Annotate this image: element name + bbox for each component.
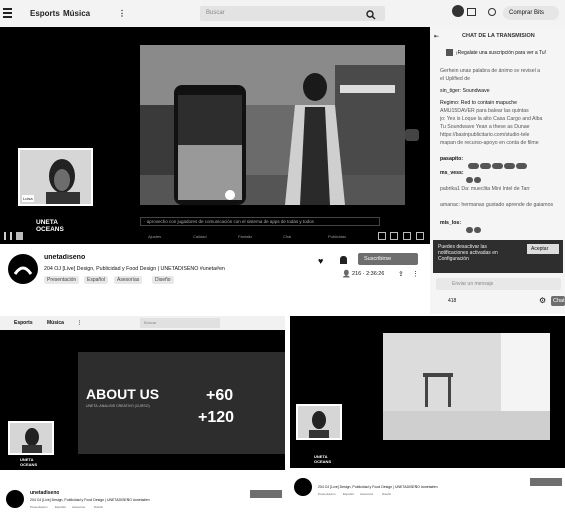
br-tag-2[interactable]: Español bbox=[343, 492, 354, 496]
chat-line-1: Gerhein unas palabra de ánimo sv revisel… bbox=[440, 68, 541, 74]
bl-presenter-webcam bbox=[8, 421, 54, 455]
chat-line-7: Tu Soundwave Yean a these as Dunae bbox=[440, 124, 530, 130]
share-icon[interactable]: ⇪ bbox=[398, 270, 404, 278]
bl-tag-1[interactable]: Presentación bbox=[30, 505, 48, 509]
chat-line-2: el Uplified de bbox=[440, 76, 470, 82]
fullscreen-icon[interactable] bbox=[403, 232, 411, 240]
br-tag-4[interactable]: Diseño bbox=[382, 492, 391, 496]
bl-search-input[interactable]: Buscar bbox=[140, 318, 220, 328]
chat-line-4: Regimo: Red to contain mapuche bbox=[440, 100, 517, 106]
room-photo bbox=[383, 333, 550, 440]
control-5[interactable]: Publicidad bbox=[328, 234, 346, 239]
viewer-stats: 216 · 2:36:26 bbox=[352, 271, 385, 277]
chat-header: CHAT DE LA TRANSMISIÓN bbox=[462, 33, 535, 39]
gift-icon bbox=[446, 49, 453, 56]
chat-line-3: sin_tiger: Soundwave bbox=[440, 88, 490, 94]
bl-tag-3[interactable]: Asesorías bbox=[72, 505, 85, 509]
control-2[interactable]: Calidad bbox=[193, 234, 207, 239]
play-pause-icon[interactable] bbox=[4, 232, 12, 240]
bl-nav-1[interactable]: Esports bbox=[14, 320, 33, 326]
nav-explore[interactable]: Esports bbox=[30, 9, 60, 18]
slide-title: ABOUT US bbox=[86, 386, 160, 402]
chat-line-10: pasapito: bbox=[440, 156, 464, 162]
channel-name[interactable]: unetadiseno bbox=[44, 254, 85, 261]
tag-1[interactable]: Presentación bbox=[44, 276, 80, 284]
nav-more[interactable]: ⋮ bbox=[118, 9, 126, 18]
more-icon[interactable]: ⋮ bbox=[412, 270, 419, 278]
br-tag-1[interactable]: Presentación bbox=[318, 492, 336, 496]
control-1[interactable]: Ajustes bbox=[148, 234, 161, 239]
br-channel-avatar[interactable] bbox=[294, 478, 312, 496]
br-presenter-webcam bbox=[296, 404, 342, 440]
chat-line-13: amanac: hermanas gustado aprende de gaia… bbox=[440, 202, 554, 208]
slide-subtitle: UNETA: ANALISIS CREATIVO (CURSO) bbox=[86, 404, 150, 408]
tag-4[interactable]: Diseño bbox=[152, 276, 174, 284]
bl-search-placeholder: Buscar bbox=[144, 320, 157, 325]
bl-tag-4[interactable]: Diseño bbox=[94, 505, 103, 509]
caption-bar: · aprovecho con jugadores de comunicació… bbox=[140, 217, 380, 226]
control-3[interactable]: Pantalla bbox=[238, 234, 252, 239]
chat-line-5: AMU15DAVER para balear las quintas bbox=[440, 108, 529, 114]
volume-icon[interactable] bbox=[16, 232, 23, 240]
chat-line-11: ms_vess: bbox=[440, 170, 464, 176]
chat-line-6: jo: Yes is Loque la alto Casa Cargo and … bbox=[440, 116, 543, 122]
br-brand-logo: UNETA OCEANS bbox=[314, 455, 332, 464]
bl-nav-3[interactable]: ⋮ bbox=[77, 320, 82, 326]
bl-tag-2[interactable]: Español bbox=[55, 505, 66, 509]
bl-channel-avatar[interactable] bbox=[6, 490, 24, 508]
nav-music[interactable]: Música bbox=[63, 9, 90, 18]
search-input[interactable]: Buscar bbox=[200, 6, 385, 21]
theatre-mode-icon[interactable] bbox=[390, 232, 398, 240]
chat-input[interactable]: Enviar un mensaje bbox=[436, 278, 561, 290]
webcam-label: Luisa bbox=[22, 195, 34, 202]
br-stream-title: 204 OJ [Live] Design, Publicidad y Food … bbox=[318, 485, 438, 489]
buy-bits-button[interactable]: Comprar Bits bbox=[503, 6, 559, 20]
slide-stat-1: +60 bbox=[206, 387, 234, 404]
chat-line-9: mapan de recurso-apoyo en conta de filme bbox=[440, 140, 539, 146]
br-subscribe-button[interactable] bbox=[530, 478, 562, 486]
viewer-icon: 👤 bbox=[342, 271, 351, 278]
bell-icon[interactable] bbox=[340, 256, 347, 264]
presenter-webcam: Luisa bbox=[18, 148, 93, 206]
bl-subscribe-button[interactable] bbox=[250, 490, 282, 498]
channel-avatar[interactable] bbox=[8, 254, 38, 284]
br-tag-3[interactable]: Asesorías bbox=[360, 492, 373, 496]
clip-icon[interactable] bbox=[416, 232, 424, 240]
channel-points[interactable]: 418 bbox=[448, 298, 456, 304]
control-4[interactable]: Chat bbox=[283, 234, 291, 239]
brand-logo: UNETA OCEANS bbox=[36, 219, 64, 233]
slide-panel bbox=[78, 352, 285, 454]
chat-line-8: https://basinpublicitario.com/studio-tel… bbox=[440, 132, 530, 138]
bl-nav-2[interactable]: Música bbox=[47, 320, 64, 326]
search-placeholder: Buscar bbox=[206, 10, 225, 16]
settings-gear-icon[interactable]: ⚙ bbox=[539, 296, 546, 305]
emote-row-3 bbox=[466, 220, 482, 238]
bl-stream-title: 204 OJ [Live] Design, Publicidad y Food … bbox=[30, 498, 150, 502]
stream-title: 204 OJ [Live] Design, Publicidad y Food … bbox=[44, 266, 225, 272]
chat-line-14: mis_los: bbox=[440, 220, 462, 226]
inbox-icon[interactable] bbox=[467, 8, 476, 16]
bl-channel-name[interactable]: unetadiseno bbox=[30, 490, 59, 496]
settings-icon[interactable] bbox=[378, 232, 386, 240]
bl-brand-logo: UNETA OCEANS bbox=[20, 458, 38, 467]
chat-pinned[interactable]: ¡Regalate una suscripción para ver a Tu! bbox=[456, 50, 562, 56]
hamburger-icon[interactable] bbox=[3, 7, 12, 18]
notice-button[interactable]: Aceptar bbox=[527, 244, 559, 254]
chat-send-button[interactable]: Chat bbox=[551, 296, 565, 306]
tag-2[interactable]: Español bbox=[84, 276, 109, 284]
tag-3[interactable]: Asesorías bbox=[114, 276, 143, 284]
chat-input-placeholder: Enviar un mensaje bbox=[452, 281, 494, 287]
notifications-icon[interactable] bbox=[452, 5, 464, 17]
bits-icon[interactable] bbox=[488, 8, 496, 16]
search-icon[interactable] bbox=[366, 7, 376, 20]
slide-stat-2: +120 bbox=[198, 409, 235, 426]
chat-line-12: pabrika1 Da: mueclita Mini Intel de Tarr bbox=[440, 186, 530, 192]
collapse-chat-icon[interactable]: ⇤ bbox=[434, 33, 439, 40]
slide-photo bbox=[140, 45, 405, 205]
subscribe-button[interactable]: Suscribirse bbox=[358, 253, 418, 265]
notice-text: Puedes desactivar las notificaciones act… bbox=[438, 244, 498, 262]
camera-icon[interactable] bbox=[405, 129, 419, 141]
heart-icon[interactable]: ♥ bbox=[318, 256, 323, 266]
